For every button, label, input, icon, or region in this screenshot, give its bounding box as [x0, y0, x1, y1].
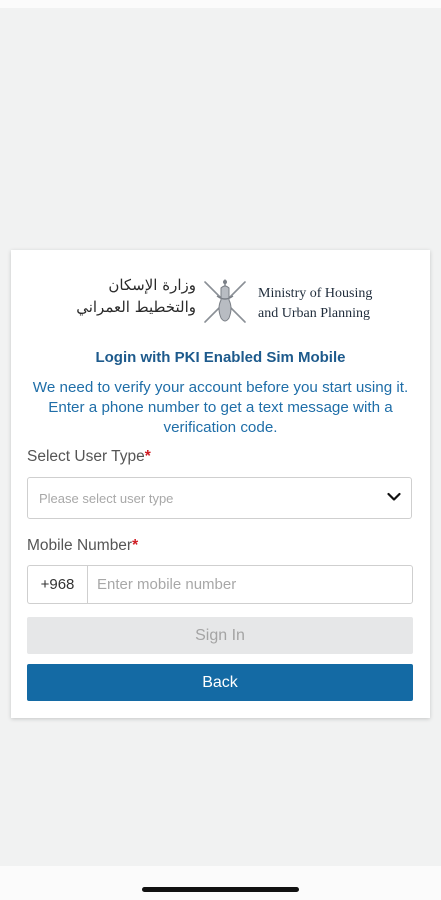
sign-in-button[interactable]: Sign In: [27, 617, 413, 654]
ministry-name-arabic: وزارة الإسكان والتخطيط العمراني: [56, 274, 196, 318]
country-code-prefix: +968: [27, 565, 87, 604]
ministry-logo: وزارة الإسكان والتخطيط العمراني Ministry…: [56, 272, 391, 332]
user-type-placeholder: Please select user type: [39, 491, 174, 506]
login-card: وزارة الإسكان والتخطيط العمراني Ministry…: [11, 250, 430, 718]
english-line-2: and Urban Planning: [258, 306, 370, 321]
mobile-number-input[interactable]: [87, 565, 413, 604]
mobile-number-label: Mobile Number*: [27, 537, 138, 555]
user-type-label-text: Select User Type: [27, 448, 145, 465]
ministry-name-english: Ministry of Housing and Urban Planning: [258, 284, 398, 324]
arabic-line-1: وزارة الإسكان: [108, 276, 196, 294]
mobile-label-text: Mobile Number: [27, 537, 133, 554]
status-bar-area: [0, 0, 441, 8]
required-mark: *: [132, 537, 139, 554]
chevron-down-icon: [387, 492, 401, 501]
oman-khanjar-emblem-icon: [204, 279, 246, 323]
arabic-line-2: والتخطيط العمراني: [76, 298, 196, 316]
user-type-select[interactable]: Please select user type: [27, 477, 412, 519]
back-button[interactable]: Back: [27, 664, 413, 701]
bottom-bar: [0, 866, 441, 900]
login-description: We need to verify your account before yo…: [32, 379, 409, 436]
home-indicator[interactable]: [142, 887, 299, 892]
user-type-label: Select User Type*: [27, 448, 151, 466]
required-mark: *: [144, 448, 151, 465]
english-line-1: Ministry of Housing: [258, 286, 373, 301]
login-title: Login with PKI Enabled Sim Mobile: [95, 349, 346, 366]
mobile-number-row: +968: [27, 565, 413, 604]
